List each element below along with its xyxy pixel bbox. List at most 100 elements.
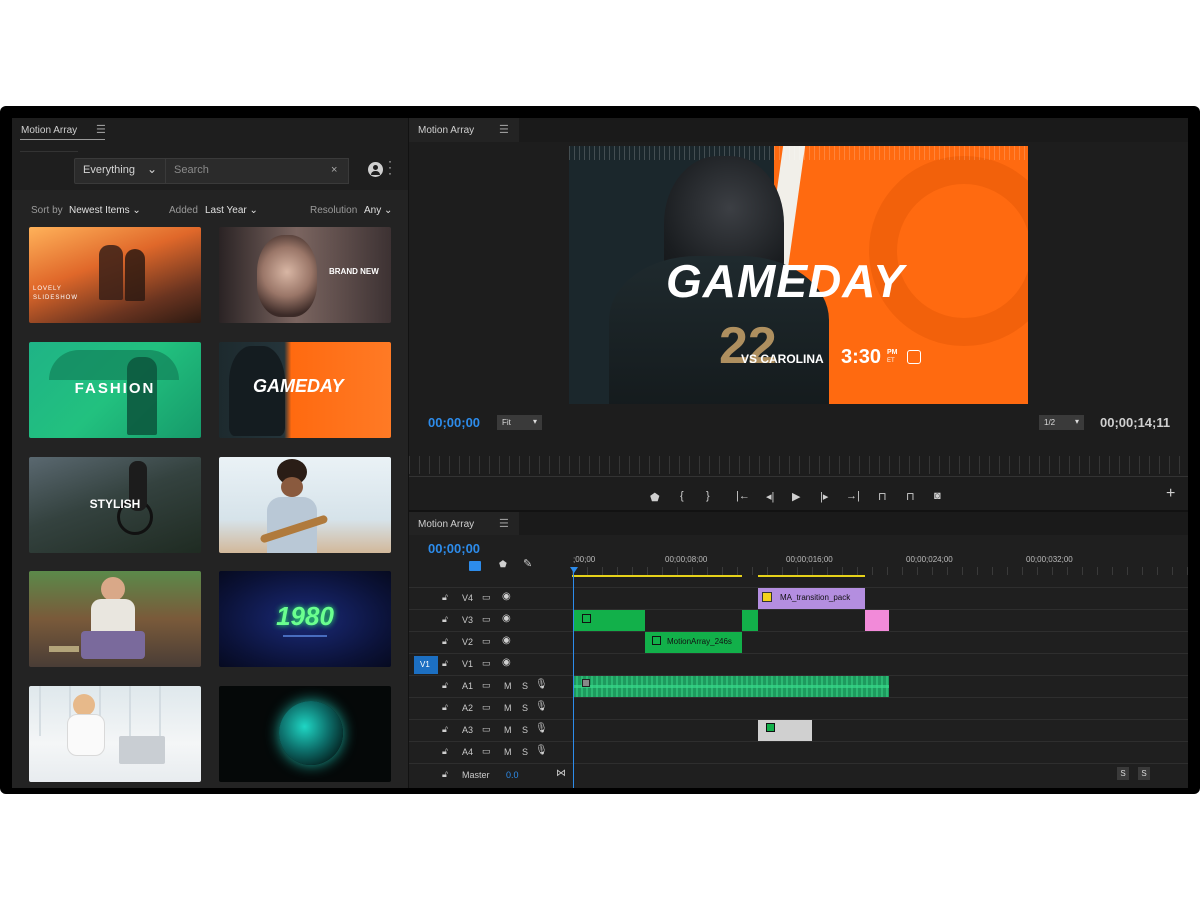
work-area-bar[interactable]	[758, 575, 865, 577]
go-to-edit-icon[interactable]: ⋈	[556, 768, 566, 779]
more-options-icon[interactable]: · · ·	[388, 155, 392, 179]
monitor-time-ruler[interactable]	[409, 456, 1188, 474]
solo-button[interactable]: S	[522, 681, 528, 691]
step-forward-icon[interactable]: |▸	[820, 490, 828, 503]
clip-v3-pink[interactable]	[865, 610, 889, 631]
timeline-timecode[interactable]: 00;00;00	[428, 541, 480, 556]
panel-divider[interactable]	[409, 510, 1188, 512]
extract-icon[interactable]: ⊓	[906, 490, 915, 503]
mute-button[interactable]: M	[504, 725, 512, 735]
monitor-tab-title[interactable]: Motion Array	[418, 125, 474, 136]
mark-out-icon[interactable]: }	[706, 490, 710, 502]
snap-icon[interactable]	[469, 561, 481, 571]
go-to-in-icon[interactable]: |←	[736, 490, 750, 502]
step-back-icon[interactable]: ◂|	[766, 490, 774, 503]
sync-lock-icon[interactable]: ▭	[482, 636, 491, 647]
template-thumbnail-gameday[interactable]: GAMEDAY	[219, 342, 391, 438]
mute-button[interactable]: M	[504, 747, 512, 757]
solo-button[interactable]: S	[522, 747, 528, 757]
sync-lock-icon[interactable]: ▭	[482, 592, 491, 603]
lock-icon[interactable]: 🔓︎	[442, 680, 448, 691]
template-thumbnail-slideshow[interactable]: LOVELY SLIDESHOW	[29, 227, 201, 323]
search-input[interactable]: Search ×	[165, 158, 349, 184]
work-area-bar[interactable]	[572, 575, 742, 577]
panel-menu-icon[interactable]: ☰	[96, 123, 106, 136]
export-frame-icon[interactable]: ◙	[934, 490, 941, 502]
clip-audio-a1[interactable]	[573, 676, 889, 697]
template-thumbnail-brand-new[interactable]: BRAND NEW	[219, 227, 391, 323]
mark-in-icon[interactable]: {	[680, 490, 684, 502]
eye-icon[interactable]: ◉	[502, 657, 511, 668]
source-patch-label: V1	[420, 660, 430, 669]
thumbnail-caption: FASHION	[74, 380, 156, 397]
lock-icon[interactable]: 🔓︎	[442, 614, 448, 625]
clear-search-icon[interactable]: ×	[331, 164, 337, 176]
lock-icon[interactable]: 🔓︎	[442, 724, 448, 735]
source-patch-v1[interactable]: V1	[414, 656, 438, 674]
track-name: A1	[462, 681, 474, 691]
marker-icon[interactable]: ⬟	[499, 559, 507, 570]
master-volume[interactable]: 0.0	[506, 770, 519, 780]
add-button[interactable]: +	[1166, 485, 1175, 503]
lift-icon[interactable]: ⊓	[878, 490, 887, 503]
clip-v3-b[interactable]	[742, 610, 758, 631]
sync-lock-icon[interactable]: ▭	[482, 680, 491, 691]
resolution-dropdown[interactable]: Any ⌄	[364, 205, 392, 216]
category-dropdown[interactable]: Everything ⌄	[74, 158, 166, 184]
microphone-icon[interactable]: 🎙︎	[535, 723, 548, 734]
monitor-menu-icon[interactable]: ☰	[499, 123, 509, 136]
go-to-out-icon[interactable]: →|	[846, 490, 860, 502]
template-thumbnail-stylish[interactable]: STYLISH	[29, 457, 201, 553]
microphone-icon[interactable]: 🎙︎	[535, 701, 548, 712]
template-thumbnail-ukulele[interactable]	[219, 457, 391, 553]
eye-icon[interactable]: ◉	[502, 591, 511, 602]
sync-lock-icon[interactable]: ▭	[482, 658, 491, 669]
panel-tab-title[interactable]: Motion Array	[21, 125, 77, 136]
clip-v3-a[interactable]	[573, 610, 645, 631]
play-icon[interactable]: ▶	[792, 490, 800, 503]
microphone-icon[interactable]: 🎙︎	[535, 745, 548, 756]
template-thumbnail-lavender[interactable]	[29, 571, 201, 667]
lock-icon[interactable]: 🔓︎	[442, 592, 448, 603]
playhead[interactable]	[573, 569, 574, 788]
solo-button[interactable]: S	[1138, 767, 1150, 780]
solo-button[interactable]: S	[522, 725, 528, 735]
eye-icon[interactable]: ◉	[502, 635, 511, 646]
template-thumbnail-fashion[interactable]: FASHION	[29, 342, 201, 438]
timeline-ruler[interactable]	[572, 567, 1188, 575]
lock-icon[interactable]: 🔓︎	[442, 746, 448, 757]
add-marker-icon[interactable]: ⬟	[650, 491, 660, 504]
sync-lock-icon[interactable]: ▭	[482, 746, 491, 757]
program-video-frame: 22 GAMEDAY VS CAROLINA 3:30 PM ET	[569, 146, 1028, 404]
zoom-dropdown[interactable]: Fit ▾	[497, 415, 542, 430]
template-thumbnail-globe[interactable]	[219, 686, 391, 782]
microphone-icon[interactable]: 🎙︎	[535, 679, 548, 690]
solo-button[interactable]: S	[522, 703, 528, 713]
playhead-handle-icon[interactable]	[570, 567, 578, 573]
sync-lock-icon[interactable]: ▭	[482, 724, 491, 735]
sort-dropdown[interactable]: Newest Items ⌄	[69, 205, 141, 216]
account-icon[interactable]	[368, 162, 383, 177]
clip-transition-pack[interactable]: MA_transition_pack	[758, 588, 865, 609]
sync-lock-icon[interactable]: ▭	[482, 614, 491, 625]
added-dropdown[interactable]: Last Year ⌄	[205, 205, 258, 216]
lock-icon[interactable]: 🔓︎	[442, 702, 448, 713]
playhead-timecode[interactable]: 00;00;00	[428, 415, 480, 430]
mute-button[interactable]: M	[504, 703, 512, 713]
template-thumbnail-baby[interactable]	[29, 686, 201, 782]
timeline-menu-icon[interactable]: ☰	[499, 517, 509, 530]
mute-button[interactable]: M	[504, 681, 512, 691]
wrench-icon[interactable]: ✎	[523, 557, 532, 570]
timeline-tab-title[interactable]: Motion Array	[418, 519, 474, 530]
lock-icon[interactable]: 🔓︎	[442, 636, 448, 647]
lock-icon[interactable]: 🔓︎	[442, 769, 448, 780]
clip-motionarray[interactable]: MotionArray_246s	[645, 632, 742, 653]
sync-lock-icon[interactable]: ▭	[482, 702, 491, 713]
panel-divider[interactable]	[408, 118, 409, 788]
solo-button[interactable]: S	[1117, 767, 1129, 780]
template-thumbnail-1980[interactable]: 1980	[219, 571, 391, 667]
eye-icon[interactable]: ◉	[502, 613, 511, 624]
lock-icon[interactable]: 🔓︎	[442, 658, 448, 669]
clip-a3[interactable]	[758, 720, 812, 741]
resolution-dropdown[interactable]: 1/2 ▾	[1039, 415, 1084, 430]
